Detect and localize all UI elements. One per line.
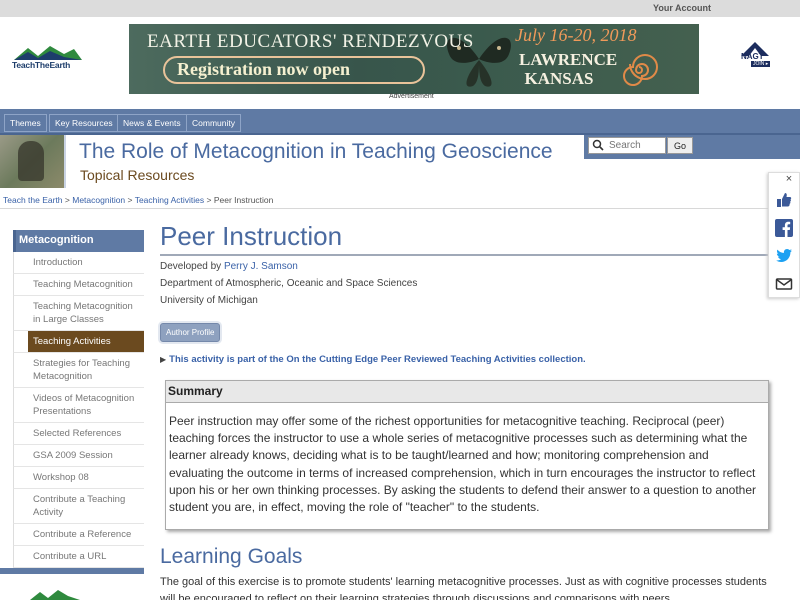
mountain-logo-icon — [14, 46, 82, 60]
breadcrumb-teach-the-earth[interactable]: Teach the Earth — [3, 195, 63, 205]
developer-line: Developed by Perry J. Samson — [160, 261, 298, 272]
ad-city-line2: KANSAS — [524, 69, 594, 88]
teach-the-earth-logo[interactable]: TeachTheEarth — [12, 46, 84, 72]
breadcrumb-metacognition[interactable]: Metacognition — [72, 195, 125, 205]
email-icon[interactable] — [775, 275, 793, 293]
sidebar-item-introduction[interactable]: Introduction — [13, 252, 144, 274]
sidebar: Metacognition Introduction Teaching Meta… — [13, 230, 144, 568]
sidebar-item-large-classes[interactable]: Teaching Metacognition in Large Classes — [13, 296, 144, 331]
page-title: Peer Instruction — [160, 220, 770, 256]
sidebar-item-selected-references[interactable]: Selected References — [13, 423, 144, 445]
sidebar-item-gsa-2009[interactable]: GSA 2009 Session — [13, 445, 144, 467]
nagt-logo[interactable]: NAGT JOIN ▸ — [737, 42, 773, 68]
sidebar-item-contribute-activity[interactable]: Contribute a Teaching Activity — [13, 489, 144, 524]
collection-note[interactable]: ▶ This activity is part of the On the Cut… — [160, 354, 772, 365]
search-go-button[interactable]: Go — [667, 137, 693, 154]
ad-headline: EARTH EDUCATORS' RENDEZVOUS — [147, 31, 474, 52]
nav-news-events[interactable]: News & Events — [117, 114, 187, 132]
header-photo — [0, 135, 64, 188]
footer-logo-icon — [30, 590, 80, 600]
author-link[interactable]: Perry J. Samson — [224, 261, 298, 272]
university: University of Michigan — [160, 295, 258, 306]
share-close-button[interactable]: × — [780, 173, 798, 188]
department: Department of Atmospheric, Oceanic and S… — [160, 278, 418, 289]
site-title[interactable]: The Role of Metacognition in Teaching Ge… — [79, 140, 553, 164]
ad-date: July 16-20, 2018 — [515, 25, 637, 45]
site-subtitle[interactable]: Topical Resources — [80, 167, 194, 183]
thumbs-up-icon[interactable] — [775, 191, 793, 209]
ad-city: LAWRENCE KANSAS — [519, 50, 618, 88]
sidebar-heading[interactable]: Metacognition — [13, 230, 144, 252]
sidebar-item-workshop-08[interactable]: Workshop 08 — [13, 467, 144, 489]
twitter-icon[interactable] — [775, 247, 793, 265]
sidebar-item-teaching-activities[interactable]: Teaching Activities — [13, 331, 144, 353]
breadcrumb-current: Peer Instruction — [213, 195, 274, 205]
sidebar-item-strategies[interactable]: Strategies for Teaching Metacognition — [13, 353, 144, 388]
breadcrumb: Teach the Earth > Metacognition > Teachi… — [3, 195, 274, 205]
nagt-join: JOIN ▸ — [751, 61, 771, 67]
main-nav: Themes Key Resources News & Events Commu… — [0, 109, 800, 135]
facebook-icon[interactable] — [775, 219, 793, 237]
summary-box: Summary Peer instruction may offer some … — [165, 380, 769, 530]
logo-text: TeachTheEarth — [12, 60, 71, 70]
summary-text: Peer instruction may offer some of the r… — [169, 414, 757, 515]
top-bar: Your Account — [0, 0, 800, 17]
nav-key-resources[interactable]: Key Resources — [49, 114, 119, 132]
summary-heading: Summary — [166, 381, 768, 403]
advertisement-banner[interactable]: EARTH EDUCATORS' RENDEZVOUS Registration… — [129, 24, 699, 94]
spiral-icon — [623, 54, 658, 86]
ad-city-line1: LAWRENCE — [519, 50, 618, 69]
nav-themes[interactable]: Themes — [4, 114, 47, 132]
breadcrumb-teaching-activities[interactable]: Teaching Activities — [135, 195, 204, 205]
expand-triangle-icon: ▶ — [160, 355, 167, 364]
nagt-word: NAGT — [741, 52, 764, 61]
sidebar-item-contribute-url[interactable]: Contribute a URL — [13, 546, 144, 568]
learning-goals-text: The goal of this exercise is to promote … — [160, 576, 767, 600]
author-profile-button[interactable]: Author Profile — [160, 323, 221, 342]
your-account-link[interactable]: Your Account — [653, 3, 711, 13]
sidebar-item-teaching-metacognition[interactable]: Teaching Metacognition — [13, 274, 144, 296]
learning-goals-heading: Learning Goals — [160, 545, 303, 568]
nav-community[interactable]: Community — [186, 114, 241, 132]
ad-cta: Registration now open — [177, 59, 351, 79]
sidebar-item-videos[interactable]: Videos of Metacognition Presentations — [13, 388, 144, 423]
main-content: Peer Instruction Developed by Perry J. S… — [160, 220, 772, 600]
search-icon — [592, 139, 604, 151]
advertisement-label: Advertisement — [389, 93, 434, 100]
sidebar-item-contribute-reference[interactable]: Contribute a Reference — [13, 524, 144, 546]
